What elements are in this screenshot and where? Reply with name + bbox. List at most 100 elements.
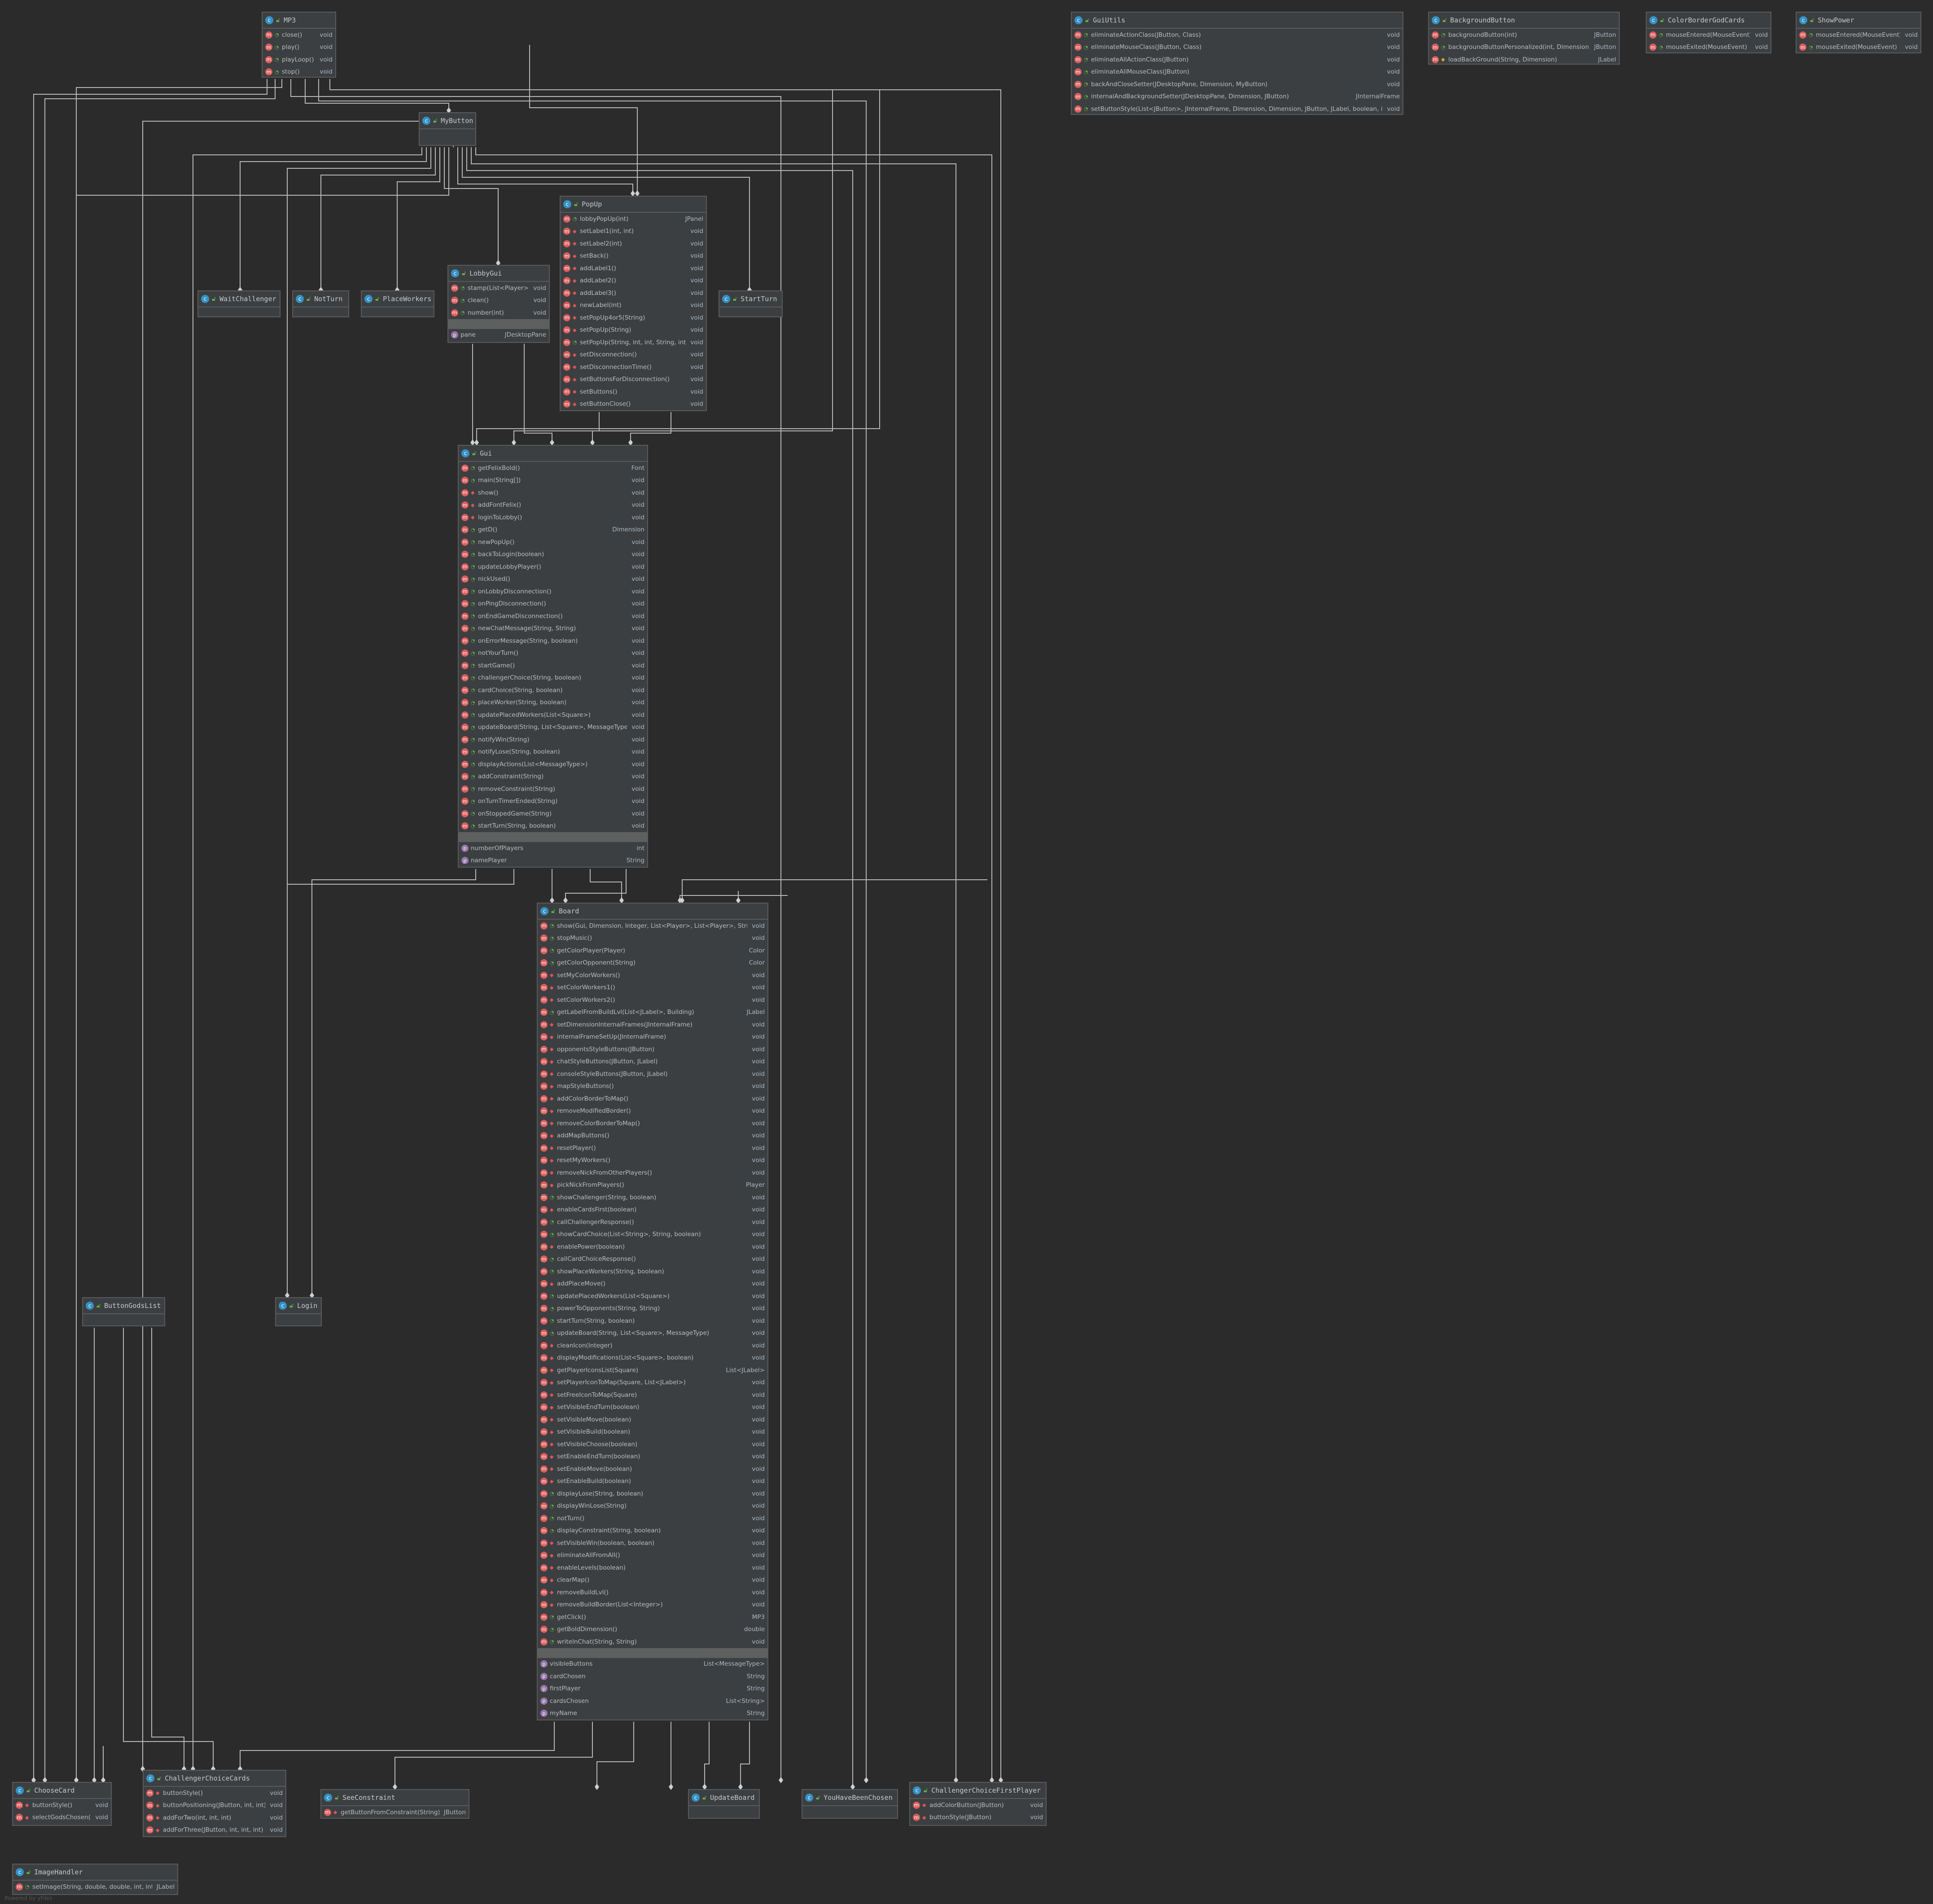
method-icon: m: [540, 1144, 548, 1152]
class-login[interactable]: c 🔓︎ Login: [275, 1297, 322, 1326]
class-color-border-god-cards[interactable]: c 🔓︎ ColorBorderGodCards m ◔ mouseEntered(Mou…: [1646, 12, 1771, 53]
method-return-type: void: [631, 785, 644, 793]
method-icon: m: [451, 309, 458, 316]
method-signature: startTurn(String, boolean): [478, 822, 556, 830]
dependency-edge: [76, 79, 282, 1780]
public-visibility-icon: ◔: [471, 749, 475, 755]
public-visibility-icon: 🔓︎: [276, 17, 281, 24]
class-my-button[interactable]: c 🔓︎ MyButton: [419, 112, 476, 146]
public-visibility-icon: 🔓︎: [551, 908, 556, 915]
public-visibility-icon: ◔: [573, 339, 577, 346]
method-return-type: void: [752, 1095, 765, 1102]
method-signature: main(String[]): [478, 477, 521, 484]
class-challenger-choice-cards[interactable]: c 🔓︎ ChallengerChoiceCards m ◆ buttonStyle() v…: [143, 1770, 286, 1837]
method-icon: m: [540, 959, 548, 967]
method-row: m ◔ show(Gui, Dimension, Integer, List<Pla…: [538, 920, 767, 932]
method-row: m ◔ onTurnTimerEnded(String) void: [459, 795, 647, 808]
method-signature: setVisibleMove(boolean): [557, 1416, 631, 1423]
method-row: m ◔ stamp(List<Player>) void: [448, 282, 549, 294]
class-background-button[interactable]: c 🔓︎ BackgroundButton m ◔ backgroundButton(in…: [1428, 12, 1620, 65]
property-icon: p: [540, 1685, 548, 1693]
class-place-workers[interactable]: c 🔓︎ PlaceWorkers: [361, 290, 434, 317]
class-choose-card[interactable]: c 🔓︎ ChooseCard m ◆ buttonStyle() void m ◆ select…: [12, 1782, 112, 1826]
class-image-handler[interactable]: c 🔓︎ ImageHandler m ◔ setImage(String, double…: [12, 1864, 178, 1895]
method-icon: m: [1074, 80, 1082, 88]
method-row: m ◆ setVisibleBuild(boolean) void: [538, 1426, 767, 1439]
class-name: ButtonGodsList: [104, 1302, 161, 1310]
method-row: m ◆ removeBuildLvl() void: [538, 1586, 767, 1599]
method-icon: m: [563, 277, 570, 285]
method-row: m ◔ displayConstraint(String, boolean) void: [538, 1525, 767, 1537]
class-mp3[interactable]: c 🔓︎ MP3 m ◔ close() void m ◔ play() void m ◔ playLoo…: [262, 12, 336, 78]
method-return-type: void: [752, 1404, 765, 1411]
empty-section: [198, 307, 280, 315]
public-visibility-icon: 🔓︎: [472, 450, 477, 457]
public-visibility-icon: ◔: [471, 699, 475, 706]
method-signature: updateBoard(String, List<Square>, Messag…: [557, 1329, 710, 1337]
method-signature: setImage(String, double, double, int, in…: [32, 1883, 152, 1891]
method-return-type: JLabel: [746, 1009, 765, 1016]
dependency-edge: [704, 1722, 710, 1786]
class-start-turn[interactable]: c 🔓︎ StartTurn: [719, 290, 783, 317]
class-challenger-choice-first-player[interactable]: c 🔓︎ ChallengerChoiceFirstPlayer m ◆ addColor…: [909, 1782, 1047, 1826]
class-name: LobbyGui: [469, 269, 502, 277]
class-icon: c: [279, 1302, 287, 1310]
method-signature: setColorWorkers1(): [557, 984, 615, 991]
method-icon: m: [540, 1033, 548, 1041]
public-visibility-icon: ◔: [550, 948, 554, 954]
class-header: c 🔓︎ ChallengerChoiceCards: [144, 1771, 285, 1787]
dependency-edge: [524, 344, 552, 442]
method-return-type: void: [1905, 31, 1918, 39]
method-signature: loginToLobby(): [478, 513, 522, 521]
class-gui[interactable]: c 🔓︎ Gui m ◔ getFelixBold() Font m ◔ main(String[…: [458, 445, 648, 868]
method-signature: setVisibleChoose(boolean): [557, 1440, 638, 1448]
method-signature: buttonStyle(JButton): [929, 1814, 992, 1821]
public-visibility-icon: ◔: [471, 638, 475, 644]
method-signature: updateLobbyPlayer(): [478, 563, 541, 570]
class-icon: c: [16, 1868, 24, 1876]
method-signature: callChallengerResponse(): [557, 1218, 634, 1226]
method-icon: m: [1074, 105, 1082, 113]
field-name: namePlayer: [471, 857, 507, 864]
method-return-type: void: [752, 1157, 765, 1164]
class-name: ImageHandler: [34, 1868, 83, 1876]
method-signature: removeColorBorderToMap(): [557, 1119, 640, 1127]
method-icon: m: [563, 363, 570, 371]
public-visibility-icon: ◔: [550, 1268, 554, 1275]
method-return-type: JLabel: [156, 1883, 175, 1891]
field-name: cardsChosen: [550, 1697, 589, 1705]
public-visibility-icon: ◔: [471, 798, 475, 804]
dependency-edge: [44, 79, 276, 1780]
public-visibility-icon: ◔: [471, 811, 475, 817]
class-not-turn[interactable]: c 🔓︎ NotTurn: [292, 290, 349, 317]
method-signature: notTurn(): [557, 1514, 585, 1522]
class-gui-utils[interactable]: c 🔓︎ GuiUtils m ◔ eliminateActionClass(JButto…: [1071, 12, 1403, 115]
class-wait-challenger[interactable]: c 🔓︎ WaitChallenger: [197, 290, 281, 317]
method-signature: setFreeIconToMap(Square): [557, 1391, 637, 1399]
method-icon: m: [563, 338, 570, 346]
method-row: m ◆ addColorBorderToMap() void: [538, 1092, 767, 1105]
public-visibility-icon: ◔: [471, 724, 475, 730]
class-board[interactable]: c 🔓︎ Board m ◔ show(Gui, Dimension, Integer, …: [537, 903, 768, 1720]
class-name: PlaceWorkers: [383, 295, 432, 303]
class-icon: c: [722, 295, 730, 303]
class-show-power[interactable]: c 🔓︎ ShowPower m ◔ mouseEntered(MouseEvent) vo…: [1796, 12, 1921, 53]
field-row: p cardsChosen List<String>: [538, 1695, 767, 1707]
method-signature: backgroundButtonPersonalized(int, Dimens…: [1448, 44, 1590, 51]
method-icon: m: [563, 289, 570, 297]
method-signature: startTurn(String, boolean): [557, 1317, 635, 1325]
class-update-board[interactable]: c 🔓︎ UpdateBoard: [688, 1789, 760, 1819]
public-visibility-icon: 🔓︎: [212, 295, 216, 303]
method-signature: close(): [282, 31, 302, 39]
class-pop-up[interactable]: c 🔓︎ PopUp m ◔ lobbyPopUp(int) JPanel m ◆ setLabe…: [560, 196, 707, 411]
method-return-type: Color: [749, 947, 765, 954]
class-you-have-been-chosen[interactable]: c 🔓︎ YouHaveBeenChosen: [802, 1789, 898, 1819]
class-button-gods-list[interactable]: c 🔓︎ ButtonGodsList: [82, 1297, 165, 1326]
private-visibility-icon: ◆: [550, 1392, 554, 1398]
method-return-type: void: [320, 31, 333, 39]
dependency-edge: [151, 1328, 184, 1768]
public-visibility-icon: 🔓︎: [1810, 17, 1815, 24]
class-see-constraint[interactable]: c 🔓︎ SeeConstraint m ◆ getButtonFromConstrain…: [320, 1789, 469, 1819]
class-lobby-gui[interactable]: c 🔓︎ LobbyGui m ◔ stamp(List<Player>) void m ◔ cl…: [447, 265, 550, 343]
private-visibility-icon: ◆: [550, 1046, 554, 1053]
